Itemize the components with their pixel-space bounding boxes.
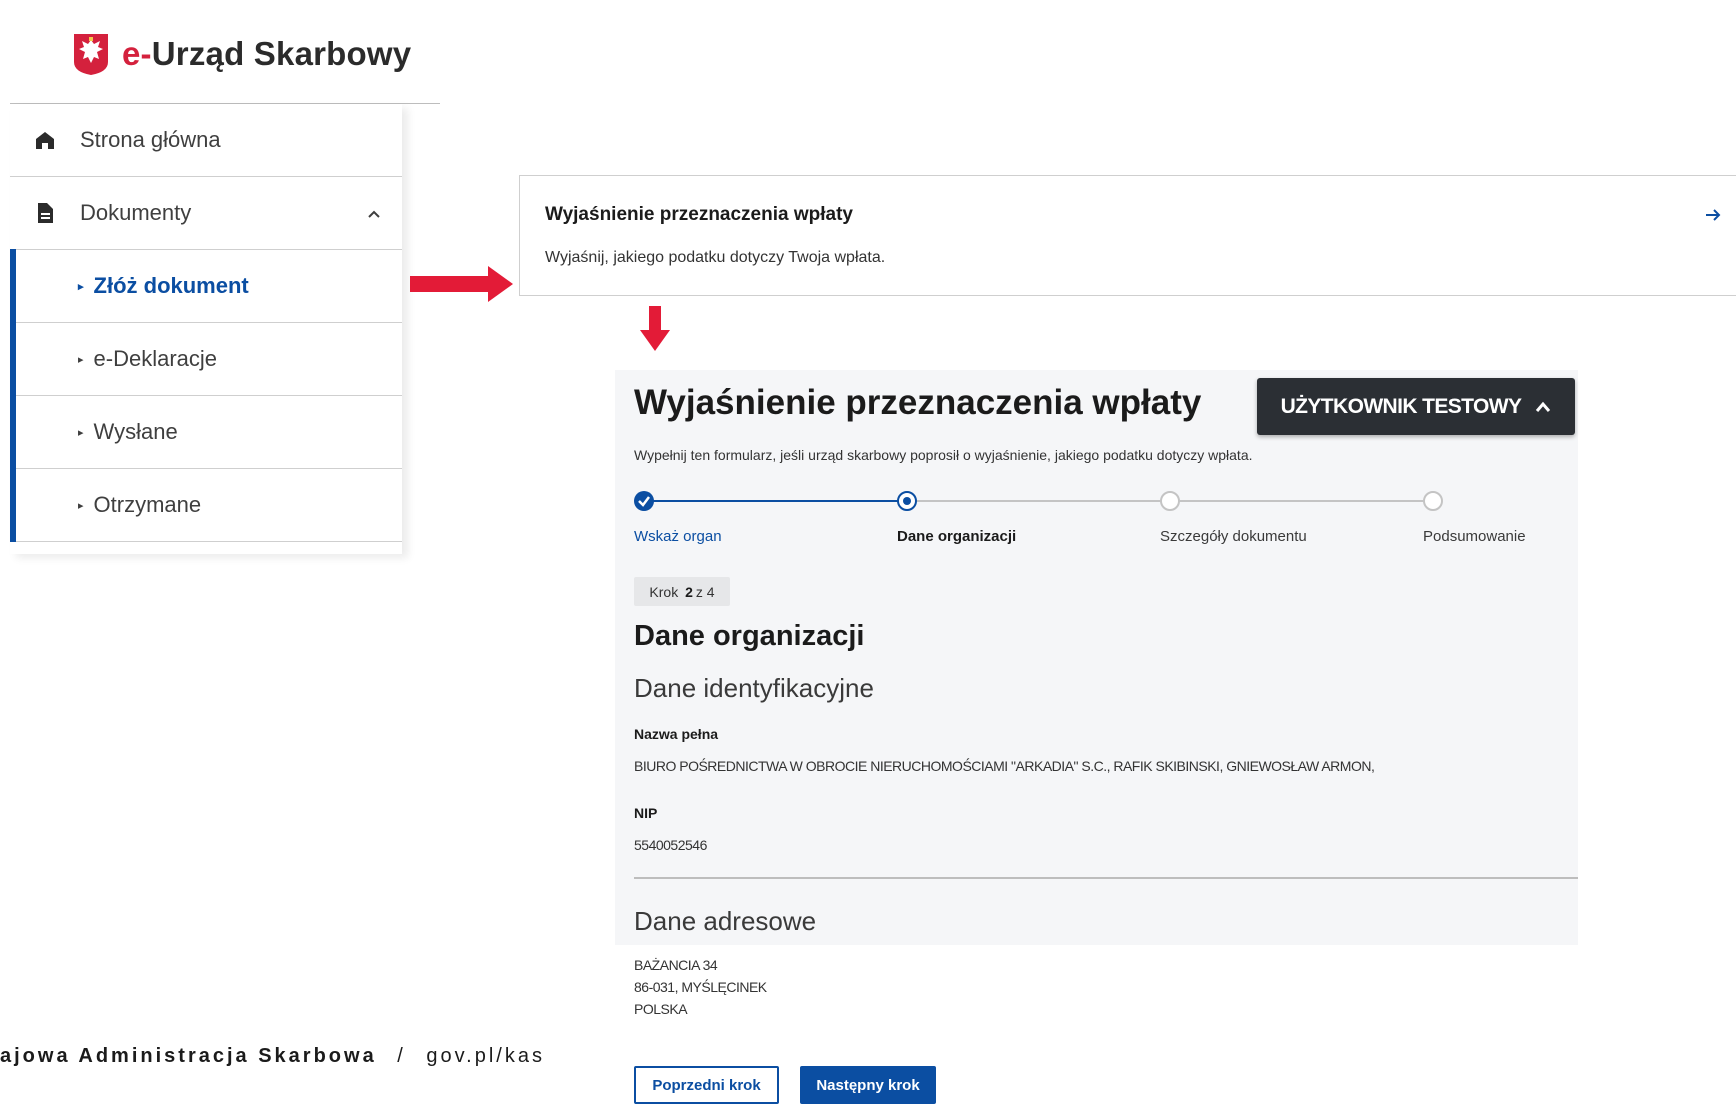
user-name-label: UŻYTKOWNIK TESTOWY: [1280, 394, 1522, 418]
home-icon: [34, 129, 56, 151]
chevron-up-icon: [1536, 401, 1551, 412]
identification-heading: Dane identyfikacyjne: [634, 673, 874, 703]
bullet-triangle-icon: ▸: [78, 426, 84, 439]
step-1-done-icon[interactable]: [634, 491, 654, 511]
document-icon: [34, 202, 56, 224]
arrow-right-icon: [410, 266, 513, 302]
user-menu-button[interactable]: UŻYTKOWNIK TESTOWY: [1257, 378, 1575, 435]
step-4-label: Podsumowanie: [1423, 528, 1526, 545]
full-name-label: Nazwa pełna: [634, 726, 719, 742]
app-logo[interactable]: e-Urząd Skarbowy: [72, 30, 411, 78]
address-line: 86-031, MYŚLĘCINEK: [634, 979, 767, 995]
sidebar-subitem-label: e-Deklaracje: [93, 346, 218, 371]
sidebar-item-documents[interactable]: Dokumenty: [10, 177, 402, 250]
footer-separator: /: [397, 1045, 406, 1067]
sidebar-item-label: Strona główna: [80, 127, 221, 152]
footer-text: ajowa Administracja Skarbowa / gov.pl/ka…: [0, 1045, 545, 1068]
sidebar-subitem-submit-document[interactable]: ▸ Złóż dokument: [10, 250, 402, 323]
sidebar-subitem-sent[interactable]: ▸ Wysłane: [10, 396, 402, 469]
nip-value: 5540052546: [634, 837, 707, 853]
step-4-pending-icon: [1423, 491, 1443, 511]
sidebar-subitem-label: Złóż dokument: [93, 273, 249, 298]
bullet-triangle-icon: ▸: [78, 353, 84, 366]
app-title: e-Urząd Skarbowy: [122, 35, 412, 72]
stepper-line-completed: [644, 500, 907, 502]
footer-org: ajowa Administracja Skarbowa: [0, 1045, 377, 1067]
chevron-up-icon[interactable]: [366, 202, 382, 228]
sidebar-subitem-label: Otrzymane: [93, 492, 202, 517]
step-counter-badge: Krok 2z 4: [634, 577, 730, 606]
arrow-forward-icon[interactable]: [1704, 206, 1722, 224]
sidebar-subitem-received[interactable]: ▸ Otrzymane: [10, 469, 402, 542]
sidebar-subitem-label: Wysłane: [93, 419, 178, 444]
sidebar-item-label: Dokumenty: [80, 200, 192, 225]
bullet-triangle-icon: ▸: [78, 499, 84, 512]
arrow-down-icon: [640, 306, 670, 351]
section-title: Dane organizacji: [634, 620, 865, 652]
section-divider: [634, 877, 1578, 879]
service-card[interactable]: Wyjaśnienie przeznaczenia wpłaty Wyjaśni…: [519, 175, 1736, 296]
form-description: Wypełnij ten formularz, jeśli urząd skar…: [634, 447, 1253, 463]
step-1-link[interactable]: Wskaż organ: [634, 528, 722, 545]
next-step-button[interactable]: Następny krok: [800, 1066, 936, 1104]
previous-step-button[interactable]: Poprzedni krok: [634, 1066, 779, 1104]
form-title: Wyjaśnienie przeznaczenia wpłaty: [634, 383, 1202, 422]
step-3-pending-icon: [1160, 491, 1180, 511]
footer-url[interactable]: gov.pl/kas: [426, 1045, 545, 1067]
step-2-current-icon: [897, 491, 917, 511]
address-heading: Dane adresowe: [634, 906, 817, 936]
active-indicator-bar: [10, 249, 16, 542]
bullet-triangle-icon: ▸: [78, 280, 84, 293]
sidebar: Strona główna Dokumenty ▸ Złóż dokument …: [10, 104, 402, 554]
address-line: POLSKA: [634, 1001, 688, 1017]
card-title: Wyjaśnienie przeznaczenia wpłaty: [545, 204, 853, 225]
step-2-label: Dane organizacji: [897, 528, 1017, 545]
eagle-emblem-icon: [74, 34, 108, 75]
full-name-value: BIURO POŚREDNICTWA W OBROCIE NIERUCHOMOŚ…: [634, 758, 1375, 774]
card-description: Wyjaśnij, jakiego podatku dotyczy Twoja …: [545, 249, 886, 266]
sidebar-subitem-e-declarations[interactable]: ▸ e-Deklaracje: [10, 323, 402, 396]
nip-label: NIP: [634, 805, 658, 821]
address-line: BAŻANCIA 34: [634, 957, 718, 973]
sidebar-item-home[interactable]: Strona główna: [10, 104, 402, 177]
step-3-label: Szczegóły dokumentu: [1160, 528, 1307, 545]
